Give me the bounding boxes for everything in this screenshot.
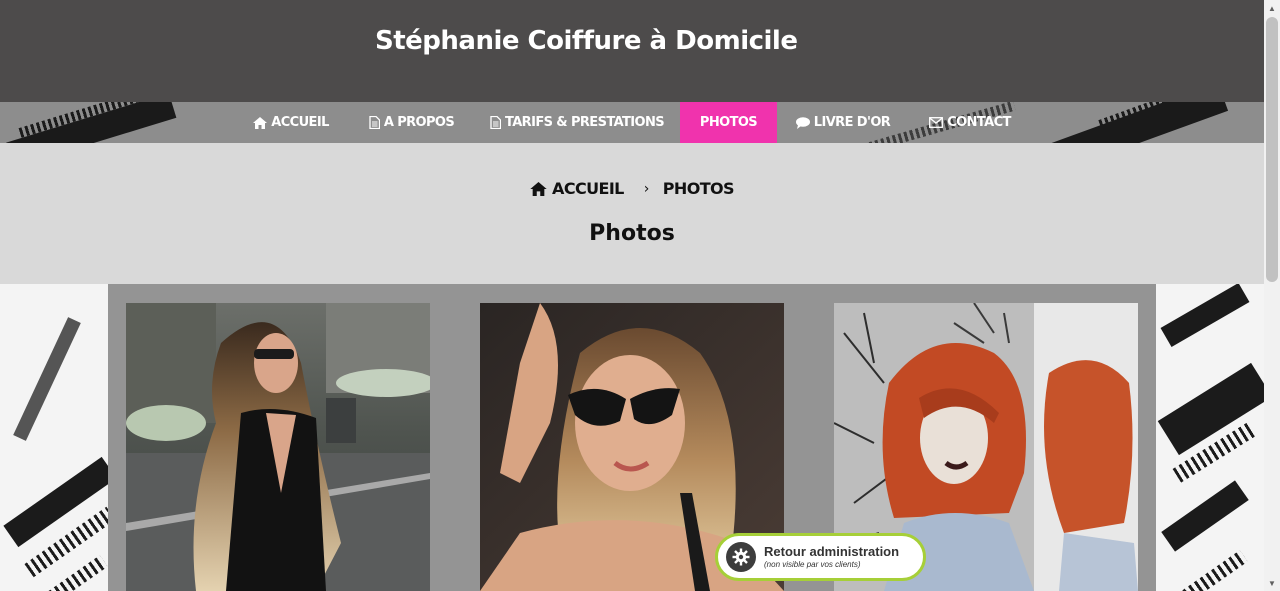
breadcrumb-separator: › [643, 180, 650, 197]
home-icon [253, 116, 268, 129]
comb-decoration [3, 456, 117, 548]
page-title: Photos [589, 221, 675, 246]
gallery-photo-1[interactable] [126, 303, 430, 591]
speech-bubble-icon [795, 116, 810, 129]
scroll-down-arrow-icon[interactable]: ▼ [1264, 575, 1280, 591]
comb-decoration [1160, 284, 1250, 348]
breadcrumb-band: ACCUEIL › PHOTOS Photos [0, 143, 1264, 284]
home-icon [530, 181, 547, 196]
nav-accueil[interactable]: ACCUEIL [247, 102, 335, 143]
nav-livre-d-or[interactable]: LIVRE D'OR [790, 102, 896, 143]
scroll-up-arrow-icon[interactable]: ▲ [1264, 0, 1280, 16]
nav-label: PHOTOS [699, 115, 758, 130]
scrollbar-thumb[interactable] [1266, 17, 1278, 282]
gear-icon [726, 542, 756, 572]
photo-gallery [108, 284, 1156, 591]
nav-contact[interactable]: CONTACT [922, 102, 1018, 143]
comb-decoration [1157, 362, 1264, 456]
nav-label: CONTACT [947, 115, 1011, 130]
site-header: Stéphanie Coiffure à Domicile [0, 0, 1264, 102]
photo-blonde-wavy-hair-sunglasses [126, 303, 430, 591]
document-icon [369, 116, 380, 129]
admin-note: (non visible par vos clients) [764, 560, 861, 569]
document-icon [490, 116, 501, 129]
breadcrumb: ACCUEIL › PHOTOS [0, 179, 1264, 198]
breadcrumb-home-link[interactable]: ACCUEIL [530, 179, 624, 198]
main-nav: ACCUEIL A PROPOS TARIFS & PRESTATIONS PH… [0, 102, 1264, 143]
comb-decoration [1161, 480, 1249, 552]
page-scrollbar[interactable]: ▲ ▼ [1264, 0, 1280, 591]
breadcrumb-home-label: ACCUEIL [552, 179, 624, 198]
nav-tarifs-prestations[interactable]: TARIFS & PRESTATIONS [487, 102, 667, 143]
comb-teeth-decoration [1182, 550, 1248, 591]
scissors-decoration [13, 317, 81, 441]
nav-photos[interactable]: PHOTOS [680, 102, 777, 143]
admin-return-button[interactable]: Retour administration (non visible par v… [715, 533, 926, 581]
admin-label: Retour administration [764, 544, 900, 559]
nav-label: TARIFS & PRESTATIONS [504, 115, 665, 130]
envelope-icon [929, 117, 944, 128]
breadcrumb-current: PHOTOS [662, 179, 735, 198]
nav-label: A PROPOS [383, 115, 455, 130]
nav-a-propos[interactable]: A PROPOS [363, 102, 460, 143]
nav-label: ACCUEIL [271, 115, 329, 130]
site-title[interactable]: Stéphanie Coiffure à Domicile [375, 26, 798, 56]
nav-label: LIVRE D'OR [813, 115, 891, 130]
